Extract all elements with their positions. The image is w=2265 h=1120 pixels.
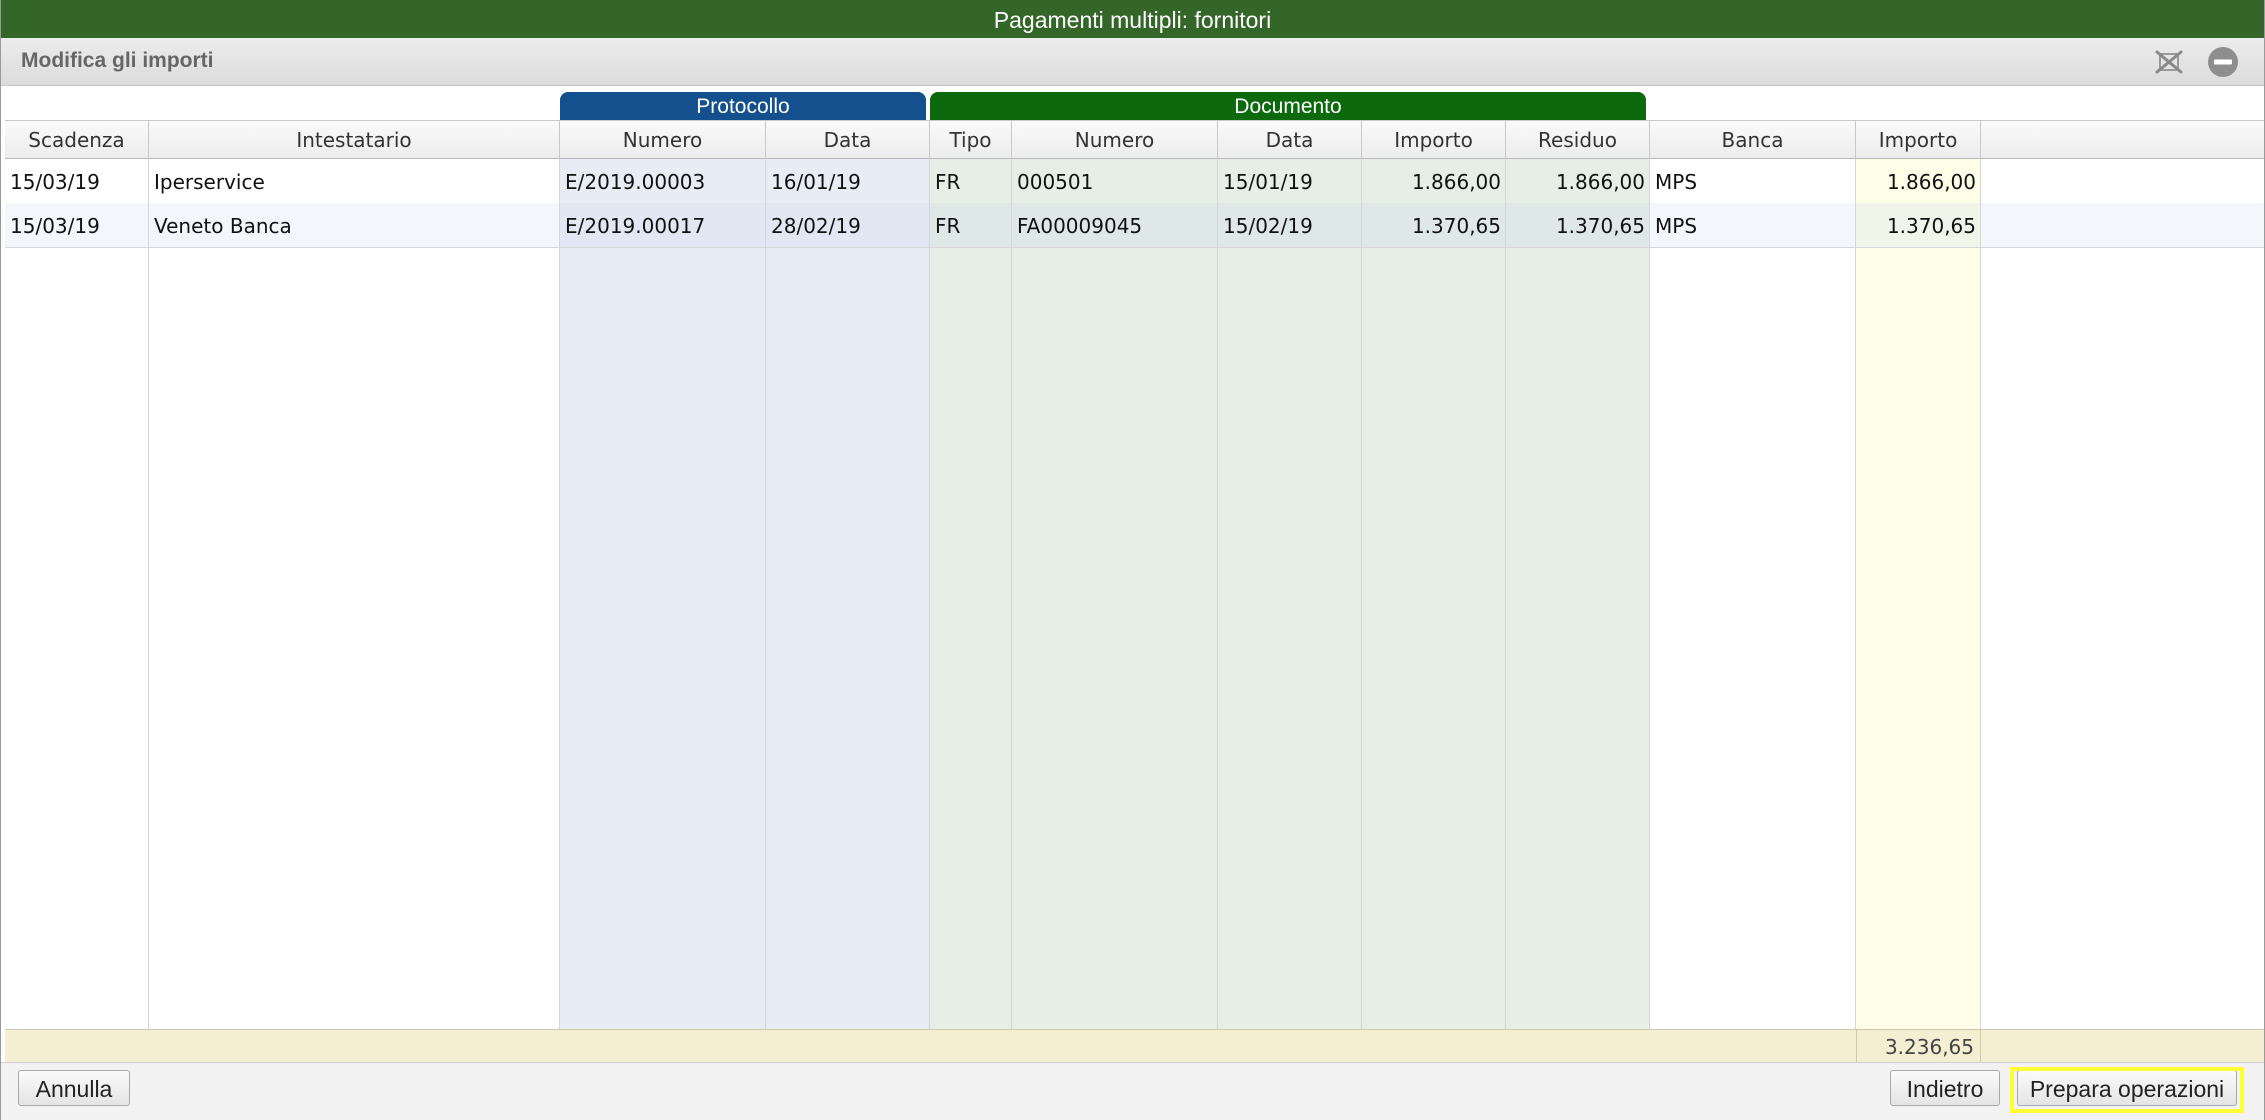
column-header-documento-numero[interactable]: Numero [1012,121,1218,159]
cell-documento-importo: 1.866,00 [1411,170,1501,194]
column-bg [1650,159,1856,1029]
column-bg [5,159,149,1029]
column-header-protocollo-numero[interactable]: Numero [560,121,766,159]
group-header-documento: Documento [930,92,1646,120]
column-bg [1012,159,1218,1029]
column-header-residuo[interactable]: Residuo [1506,121,1650,159]
payments-window: Pagamenti multipli: fornitori Modifica g… [0,0,2265,1120]
cell-intestatario: Iperservice [154,170,265,194]
column-bg [1506,159,1650,1029]
toolbar: Modifica gli importi [1,38,2264,86]
cell-residuo: 1.370,65 [1555,214,1645,238]
cell-protocollo-numero: E/2019.00017 [565,214,706,238]
column-header-importo[interactable]: Importo [1856,121,1981,159]
column-bg [766,159,930,1029]
group-header-protocollo: Protocollo [560,92,926,120]
column-bg [1362,159,1506,1029]
footer-bar: Annulla Indietro Prepara operazioni [1,1062,2264,1120]
column-bg [560,159,766,1029]
column-header-intestatario[interactable]: Intestatario [149,121,560,159]
cell-banca: MPS [1655,214,1698,238]
cell-protocollo-data: 28/02/19 [771,214,861,238]
column-header-scadenza[interactable]: Scadenza [5,121,149,159]
column-header-tipo[interactable]: Tipo [930,121,1012,159]
cell-scadenza: 15/03/19 [10,170,100,194]
cell-residuo: 1.866,00 [1555,170,1645,194]
cell-documento-data: 15/01/19 [1223,170,1313,194]
column-header-documento-data[interactable]: Data [1218,121,1362,159]
cell-documento-importo: 1.370,65 [1411,214,1501,238]
column-header-banca[interactable]: Banca [1650,121,1856,159]
section-subtitle: Modifica gli importi [21,49,214,72]
column-header-protocollo-data[interactable]: Data [766,121,930,159]
cell-scadenza: 15/03/19 [10,214,100,238]
total-importo: 3.236,65 [1856,1030,1981,1062]
table-row[interactable]: 15/03/19 Iperservice E/2019.00003 16/01/… [5,159,2264,203]
cell-banca: MPS [1655,170,1698,194]
window-title: Pagamenti multipli: fornitori [1,0,2264,38]
column-bg [1856,159,1981,1029]
cell-protocollo-numero: E/2019.00003 [565,170,706,194]
excel-export-icon[interactable] [2153,45,2187,79]
column-bg [1218,159,1362,1029]
column-bg [930,159,1012,1029]
back-button[interactable]: Indietro [1890,1070,2000,1106]
cell-intestatario: Veneto Banca [154,214,292,238]
cell-documento-numero: FA00009045 [1017,214,1143,238]
payments-grid: 15/03/19 Iperservice E/2019.00003 16/01/… [5,159,2264,1029]
cell-importo-editable[interactable]: 1.370,65 [1856,203,1981,247]
cell-tipo: FR [935,170,961,194]
remove-circle-icon[interactable] [2206,45,2240,79]
column-bg [149,159,560,1029]
cancel-button[interactable]: Annulla [18,1070,130,1106]
cell-documento-numero: 000501 [1017,170,1094,194]
cell-importo-editable[interactable]: 1.866,00 [1856,159,1981,203]
table-row[interactable]: 15/03/19 Veneto Banca E/2019.00017 28/02… [5,203,2264,248]
cell-documento-data: 15/02/19 [1223,214,1313,238]
column-header-row: Scadenza Intestatario Numero Data Tipo N… [5,120,2264,159]
totals-row: 3.236,65 [5,1029,2264,1062]
column-header-documento-importo[interactable]: Importo [1362,121,1506,159]
highlight-frame [2010,1067,2244,1113]
cell-protocollo-data: 16/01/19 [771,170,861,194]
cell-tipo: FR [935,214,961,238]
